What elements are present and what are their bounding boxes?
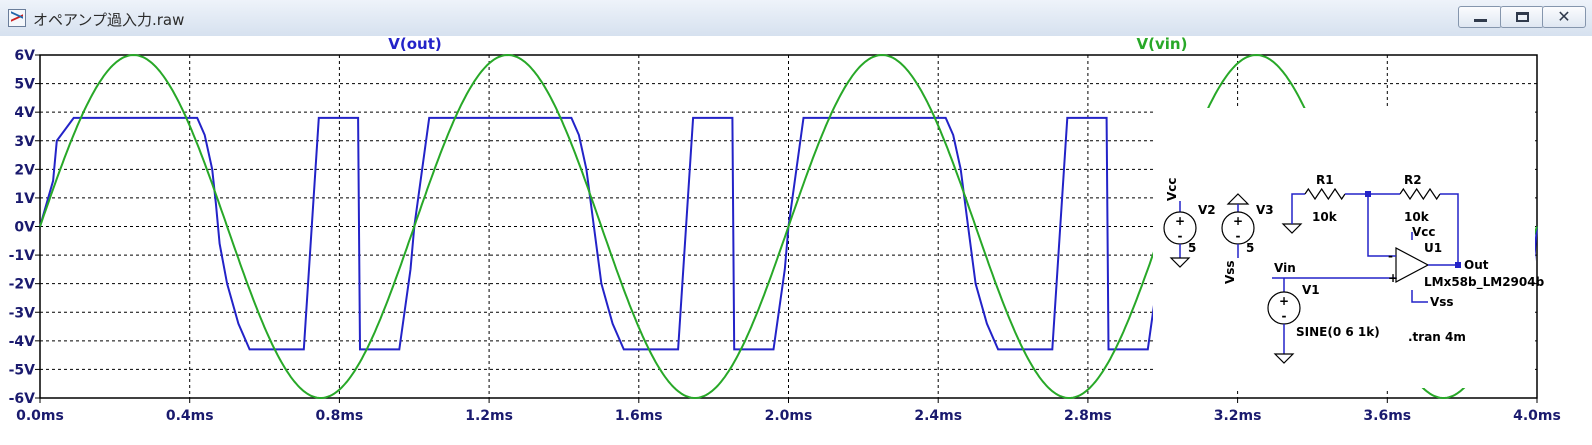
v2-name: V2 (1198, 203, 1216, 217)
vin-net-label: Vin (1274, 261, 1296, 275)
y-tick-label: 3V (14, 134, 35, 150)
y-tick-label: 1V (14, 191, 35, 207)
opamp-plus: + (1388, 271, 1398, 285)
v3-name: V3 (1256, 203, 1274, 217)
maximize-icon (1516, 12, 1529, 22)
schematic-overlay[interactable]: +-VccV25+-VssV35R110kR210k-+VccU1OutLMx5… (1153, 108, 1545, 388)
x-tick-label: 3.6ms (1363, 408, 1411, 424)
v2-net-label: Vcc (1165, 177, 1179, 201)
source-plus: + (1233, 214, 1243, 228)
opamp-minus: - (1388, 249, 1393, 263)
source-minus: - (1178, 229, 1183, 243)
trace-label-vout[interactable]: V(out) (388, 36, 441, 53)
spice-directive: .tran 4m (1408, 330, 1466, 344)
waveform-plot-area[interactable]: 0.0ms 0.4ms 0.8ms 1.2ms 1.6ms 2.0ms 2.4ms 2.8ms… (0, 36, 1592, 445)
v2-value: 5 (1188, 241, 1196, 255)
y-tick-label: 4V (14, 105, 35, 121)
y-tick-label: -6V (9, 391, 36, 407)
r1-value: 10k (1312, 210, 1338, 224)
y-tick-label: 6V (14, 48, 35, 64)
out-junction (1455, 262, 1461, 268)
source-minus: - (1236, 229, 1241, 243)
source-minus: - (1282, 309, 1287, 323)
y-tick-label: -2V (9, 277, 36, 293)
window-titlebar[interactable]: オペアンプ過入力.raw ✕ (0, 0, 1592, 37)
v1-value: SINE(0 6 1k) (1296, 325, 1380, 339)
y-tick-label: -3V (9, 305, 36, 321)
close-button[interactable]: ✕ (1542, 6, 1586, 28)
r1-name: R1 (1316, 173, 1334, 187)
y-tick-label: 0V (14, 220, 35, 236)
x-tick-label: 0.0ms (16, 408, 64, 424)
y-tick-label: -4V (9, 334, 36, 350)
x-tick-label: 1.6ms (615, 408, 663, 424)
close-icon: ✕ (1557, 7, 1571, 26)
v3-value: 5 (1246, 241, 1254, 255)
minimize-icon (1474, 19, 1487, 22)
x-tick-label: 3.2ms (1214, 408, 1262, 424)
u1-vss-label: Vss (1430, 295, 1454, 309)
out-net-label: Out (1464, 258, 1489, 272)
x-tick-label: 2.4ms (914, 408, 962, 424)
window-title: オペアンプ過入力.raw (33, 11, 185, 29)
trace-label-vin[interactable]: V(vin) (1137, 36, 1188, 53)
y-tick-label: -5V (9, 362, 36, 378)
schematic-background (1153, 108, 1535, 388)
x-tick-label: 0.4ms (166, 408, 214, 424)
minimize-button[interactable] (1458, 6, 1502, 28)
x-tick-label: 4.0ms (1513, 408, 1561, 424)
u1-vcc-label: Vcc (1412, 225, 1436, 239)
v1-name: V1 (1302, 283, 1320, 297)
x-tick-label: 2.8ms (1064, 408, 1112, 424)
waveform-viewer-icon (8, 9, 26, 27)
r2-name: R2 (1404, 173, 1422, 187)
x-tick-label: 1.2ms (465, 408, 513, 424)
y-tick-label: 5V (14, 77, 35, 93)
x-tick-label: 2.0ms (765, 408, 813, 424)
r2-value: 10k (1404, 210, 1430, 224)
source-plus: + (1279, 294, 1289, 308)
u1-model: LMx58b_LM2904b (1424, 275, 1545, 290)
y-tick-label: 2V (14, 162, 35, 178)
v3-net-label: Vss (1223, 260, 1237, 284)
waveform-chart[interactable]: 0.0ms 0.4ms 0.8ms 1.2ms 1.6ms 2.0ms 2.4ms 2.8ms… (0, 36, 1592, 445)
x-tick-label: 0.8ms (316, 408, 364, 424)
maximize-button[interactable] (1500, 6, 1544, 28)
u1-name: U1 (1424, 241, 1442, 255)
source-plus: + (1175, 214, 1185, 228)
y-tick-label: -1V (9, 248, 36, 264)
